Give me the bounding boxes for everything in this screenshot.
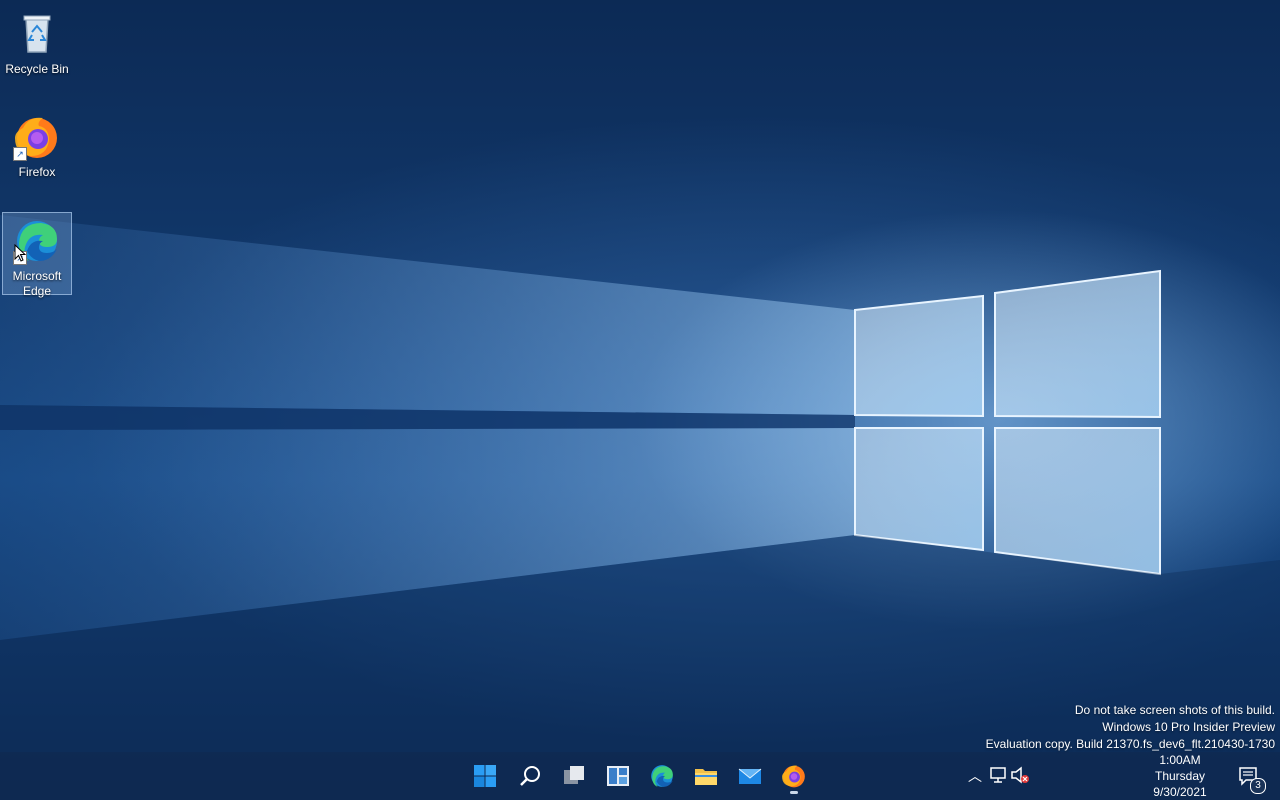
firefox-icon [782, 765, 805, 788]
desktop-icon-label: Firefox [18, 165, 56, 179]
taskbar-edge-button[interactable] [642, 756, 682, 796]
desktop-icon-label: Microsoft Edge [12, 269, 62, 298]
task-view-icon [564, 766, 584, 784]
recycle-bin-icon [13, 10, 61, 58]
clock-day: Thursday [1154, 769, 1206, 783]
widgets-button[interactable] [598, 756, 638, 796]
network-button[interactable] [988, 766, 1008, 786]
wallpaper [0, 215, 1280, 800]
desktop-icon-recycle-bin[interactable]: Recycle Bin [2, 6, 72, 77]
running-indicator [790, 791, 798, 794]
build-watermark: Do not take screen shots of this build. … [986, 702, 1275, 753]
show-hidden-icons-button[interactable]: ︿ [965, 766, 985, 786]
edge-icon [651, 765, 673, 787]
watermark-line: Windows 10 Pro Insider Preview [1102, 720, 1275, 734]
mail-icon [738, 768, 762, 784]
watermark-line: Do not take screen shots of this build. [1074, 703, 1275, 717]
desktop-icon-microsoft-edge[interactable]: ↗ Microsoft Edge [2, 212, 72, 298]
clock-time: 1:00AM [1159, 753, 1201, 767]
action-center-button[interactable]: 3 [1238, 766, 1266, 794]
taskbar-firefox-button[interactable] [774, 756, 814, 796]
widgets-icon [607, 766, 629, 786]
search-button[interactable] [510, 756, 550, 796]
file-explorer-icon [695, 769, 717, 785]
desktop-icon-label: Recycle Bin [5, 62, 69, 76]
notification-count-badge: 3 [1250, 778, 1266, 794]
mouse-cursor-icon [14, 244, 27, 262]
network-icon [990, 767, 1006, 783]
volume-button[interactable] [1010, 766, 1030, 786]
search-icon [520, 766, 540, 786]
taskbar-clock[interactable]: 1:00AM Thursday 9/30/2021 [1144, 752, 1216, 800]
clock-date: 9/30/2021 [1153, 785, 1207, 799]
file-explorer-button[interactable] [686, 756, 726, 796]
watermark-line: Evaluation copy. Build 21370.fs_dev6_flt… [985, 737, 1275, 751]
desktop[interactable]: Recycle Bin ↗ Firefox ↗ Microsoft Edge [0, 0, 1280, 800]
start-button[interactable] [465, 756, 505, 796]
volume-muted-icon [1011, 766, 1029, 784]
desktop-icon-firefox[interactable]: ↗ Firefox [2, 109, 72, 180]
shortcut-arrow-icon: ↗ [13, 147, 27, 161]
mail-button[interactable] [730, 756, 770, 796]
start-icon [474, 765, 496, 787]
taskbar: ︿ 1:00AM Thursday 9/30/2021 3 [0, 752, 1280, 800]
task-view-button[interactable] [554, 756, 594, 796]
firefox-icon: ↗ [13, 113, 61, 161]
chevron-up-icon: ︿ [968, 768, 982, 784]
